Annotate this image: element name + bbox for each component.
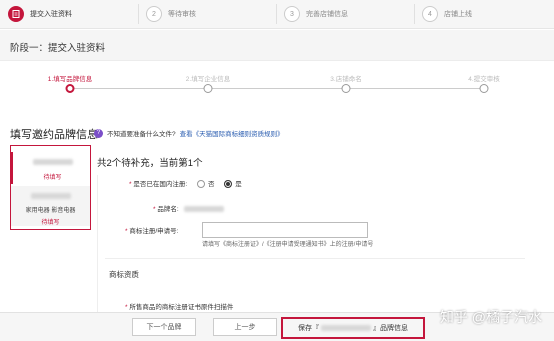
qualification-title: 商标资质 (109, 270, 139, 279)
radio-yes[interactable] (224, 180, 233, 189)
step-label: 完善店铺信息 (306, 11, 348, 18)
divider (97, 175, 98, 315)
question-icon: ? (94, 128, 103, 138)
blurred-brand-value (184, 206, 225, 213)
help-link[interactable]: 《天猫国际商标细则资质规则》 (193, 128, 284, 138)
step-label: 店铺上线 (444, 11, 472, 18)
trademark-hint: 请填写《商标注册证》/《注册申请受理通知书》上的注册/申请号 (202, 242, 374, 248)
progress-step-submit: 4.提交审核 (468, 76, 500, 83)
help-line: ? 不知道要准备什么文件? 查看 《天猫国际商标细则资质规则》 (94, 128, 284, 138)
blurred-brand-name (321, 325, 371, 331)
blurred-brand-name (32, 159, 73, 165)
top-step-bar: 提交入驻资料 2 等待审核 3 完善店铺信息 4 店铺上线 (0, 0, 554, 29)
trademark-input[interactable] (202, 222, 368, 238)
next-brand-button[interactable]: 下一个品牌 (132, 318, 196, 336)
registered-label: 是否已在国内注册: (133, 181, 188, 188)
brand-category: 家用电器 影音电器 (25, 208, 76, 214)
step-store-info: 3 完善店铺信息 (284, 0, 348, 28)
phase-header: 阶段一：提交入驻资料 (0, 30, 554, 61)
brand-list-item[interactable]: 待填写 (11, 152, 92, 184)
qualification-item: * 所售商品的商标注册证书原件扫描件 (125, 304, 234, 311)
watermark: 知乎 @橘子汽水 (439, 309, 542, 325)
brand-status: 待填写 (41, 220, 60, 226)
registered-row: * 是否已在国内注册: 否 是 (129, 180, 242, 189)
pending-count: 共2个待补充，当前第1个 (97, 158, 203, 169)
brand-name-row: * 品牌名: (153, 203, 225, 213)
step-review: 2 等待审核 (146, 0, 196, 28)
progress-track (70, 88, 485, 89)
help-link-prefix[interactable]: 查看 (180, 128, 193, 138)
progress-dot (479, 84, 489, 93)
step-submit: 提交入驻资料 (8, 0, 72, 28)
qualification-item-text: 所售商品的商标注册证书原件扫描件 (129, 304, 234, 311)
step-number: 2 (146, 6, 162, 22)
step-online: 4 店铺上线 (422, 0, 472, 28)
step-label: 提交入驻资料 (30, 11, 72, 18)
brand-list: 待填写 家用电器 影音电器 待填写 (10, 145, 91, 230)
brand-status: 待填写 (43, 175, 62, 181)
brand-list-item[interactable]: 家用电器 影音电器 待填写 (11, 186, 90, 226)
radio-no-label: 否 (207, 181, 215, 188)
progress-dot (341, 84, 351, 93)
save-brand-button[interactable]: 保存『 』品牌信息 (281, 317, 425, 339)
radio-no[interactable] (196, 180, 205, 189)
section-heading: 填写邀约品牌信息 (10, 129, 98, 141)
progress-dot-active (65, 84, 75, 93)
step-number: 4 (422, 6, 438, 22)
trademark-row: * 商标注册/申请号: (125, 228, 179, 235)
progress-step-company: 2.填写企业信息 (185, 76, 231, 83)
help-text: 不知道要准备什么文件? (107, 131, 176, 138)
step-label: 等待审核 (168, 11, 196, 18)
prev-step-button[interactable]: 上一步 (213, 318, 277, 336)
radio-yes-label: 是 (235, 181, 242, 188)
step-number: 3 (284, 6, 300, 22)
phase-title: 阶段一：提交入驻资料 (10, 43, 106, 54)
progress-dot (203, 84, 213, 93)
progress-step-brand: 1.填写品牌信息 (47, 76, 93, 83)
brand-name-label: 品牌名: (157, 206, 179, 213)
progress-step-naming: 3.店铺命名 (330, 76, 362, 83)
step-icon (8, 6, 24, 22)
trademark-label: 商标注册/申请号: (129, 228, 179, 235)
blurred-brand-name (30, 193, 71, 199)
